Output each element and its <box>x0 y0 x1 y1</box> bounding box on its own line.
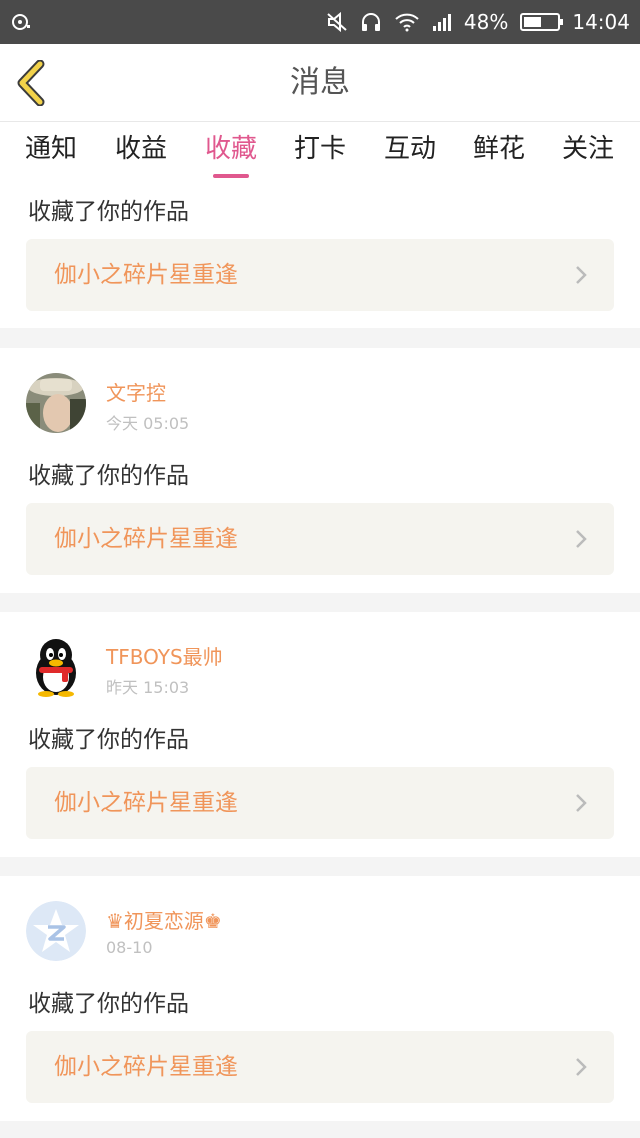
timestamp: 昨天 15:03 <box>106 678 190 697</box>
tab-income[interactable]: 收益 <box>101 122 181 182</box>
work-title: 伽小之碎片星重逢 <box>54 1054 238 1080</box>
action-text: 收藏了你的作品 <box>28 199 189 225</box>
timestamp: 08-10 <box>106 938 153 957</box>
back-arrow-icon[interactable] <box>14 60 54 106</box>
user-avatar[interactable] <box>26 901 86 961</box>
message-card: ♛初夏恋源♚ 08-10 收藏了你的作品 伽小之碎片星重逢 <box>0 876 640 1121</box>
chevron-right-icon <box>576 530 587 548</box>
battery-icon <box>520 13 564 31</box>
message-card: TFBOYS最帅 昨天 15:03 收藏了你的作品 伽小之碎片星重逢 <box>0 612 640 857</box>
tab-interaction[interactable]: 互动 <box>370 122 450 182</box>
tab-label: 收藏 <box>204 134 257 164</box>
message-card: 文字控 今天 05:05 收藏了你的作品 伽小之碎片星重逢 <box>0 348 640 593</box>
work-link[interactable]: 伽小之碎片星重逢 <box>26 1031 614 1103</box>
timestamp: 今天 05:05 <box>106 414 190 433</box>
action-text: 收藏了你的作品 <box>28 463 189 489</box>
signal-icon <box>432 14 451 31</box>
username[interactable]: TFBOYS最帅 <box>106 641 223 670</box>
page-title: 消息 <box>290 65 350 100</box>
tab-label: 鲜花 <box>472 134 525 164</box>
action-text: 收藏了你的作品 <box>28 727 189 753</box>
battery-percent: 48% <box>463 10 509 34</box>
active-tab-indicator <box>213 174 249 178</box>
qq-penguin-avatar-icon <box>36 639 76 697</box>
clock: 14:04 <box>572 10 630 34</box>
username[interactable]: ♛初夏恋源♚ <box>106 905 222 934</box>
user-avatar[interactable] <box>26 373 86 433</box>
tab-label: 通知 <box>24 134 77 164</box>
tab-label: 打卡 <box>293 134 346 164</box>
tab-notice[interactable]: 通知 <box>11 122 91 182</box>
tab-label: 互动 <box>383 134 436 164</box>
chevron-right-icon <box>576 266 587 284</box>
notification-icon <box>12 14 30 30</box>
tab-flowers[interactable]: 鲜花 <box>459 122 539 182</box>
tab-label: 收益 <box>114 134 167 164</box>
message-card: 收藏了你的作品 伽小之碎片星重逢 <box>0 182 640 328</box>
username[interactable]: 文字控 <box>106 377 166 406</box>
tab-favorites[interactable]: 收藏 <box>191 122 271 182</box>
chevron-right-icon <box>576 794 587 812</box>
mute-icon <box>327 12 347 32</box>
work-link[interactable]: 伽小之碎片星重逢 <box>26 767 614 839</box>
status-bar: 48% 14:04 <box>0 0 640 44</box>
work-link[interactable]: 伽小之碎片星重逢 <box>26 239 614 311</box>
headphones-icon <box>361 13 380 31</box>
tab-label: 关注 <box>561 134 614 164</box>
work-title: 伽小之碎片星重逢 <box>54 526 238 552</box>
work-title: 伽小之碎片星重逢 <box>54 262 238 288</box>
chevron-right-icon <box>576 1058 587 1076</box>
work-link[interactable]: 伽小之碎片星重逢 <box>26 503 614 575</box>
tab-bar: 通知 收益 收藏 打卡 互动 鲜花 关注 <box>0 122 640 182</box>
qzone-star-avatar-icon <box>26 901 86 961</box>
work-title: 伽小之碎片星重逢 <box>54 790 238 816</box>
tab-checkin[interactable]: 打卡 <box>280 122 360 182</box>
nav-bar: 消息 <box>0 44 640 122</box>
wifi-icon <box>395 13 419 32</box>
man-hat-avatar-icon <box>26 373 86 433</box>
user-avatar[interactable] <box>26 637 86 697</box>
tab-follow[interactable]: 关注 <box>548 122 628 182</box>
action-text: 收藏了你的作品 <box>28 991 189 1017</box>
